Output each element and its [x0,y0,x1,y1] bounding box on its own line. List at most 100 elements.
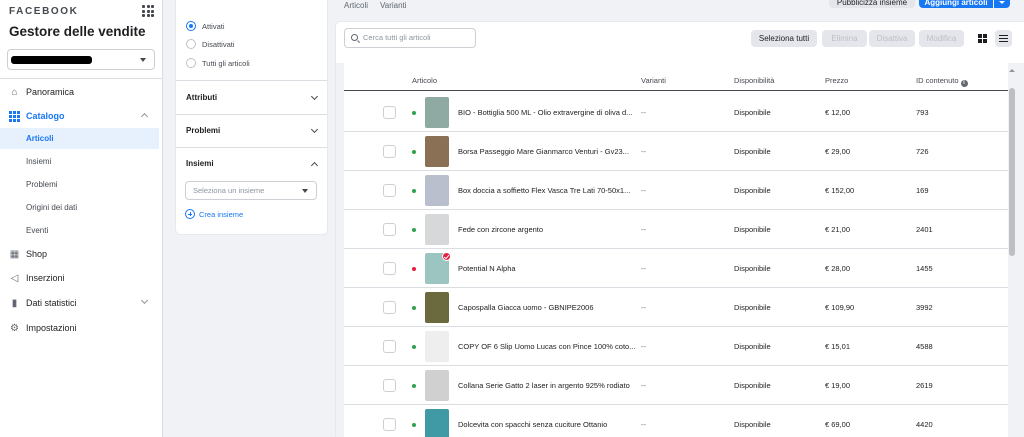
table-row[interactable]: Borsa Passeggio Mare Gianmarco Venturi -… [344,132,1008,171]
table-row[interactable]: Capospalla Giacca uomo - GBNIPE2006 -- Dis… [344,288,1008,327]
chevron-up-icon[interactable] [310,161,319,170]
row-checkbox[interactable] [383,379,396,392]
scrollbar[interactable] [1008,63,1016,437]
status-dot-icon [412,189,416,193]
status-dot-icon [412,306,416,310]
search-input[interactable]: Cerca tutti gli articoli [344,28,476,48]
product-name[interactable]: Capospalla Giacca uomo - GBNIPE2006 [458,303,636,312]
error-badge-icon [442,252,451,261]
product-price: € 21,00 [825,225,851,234]
scrollbar-thumb[interactable] [1009,88,1015,256]
set-select-dropdown[interactable]: Seleziona un insieme [185,181,317,200]
deactivate-button[interactable]: Disattiva [869,30,915,47]
product-name[interactable]: Borsa Passeggio Mare Gianmarco Venturi -… [458,147,636,156]
product-thumbnail[interactable] [425,97,449,128]
column-header-availability: Disponibilità [734,76,775,85]
sidebar-subitem-data-sources[interactable]: Origini dei dati [0,197,159,218]
radio-button[interactable] [186,58,196,68]
row-checkbox[interactable] [383,301,396,314]
sidebar-item-ads[interactable]: ◁ Inserzioni [0,268,160,288]
edit-button[interactable]: Modifica [919,30,964,47]
filter-section-attributes[interactable]: Attributi [186,93,217,102]
product-thumbnail[interactable] [425,136,449,167]
table-row[interactable]: Box doccia a soffietto Flex Vasca Tre La… [344,171,1008,210]
product-name[interactable]: Dolcevita con spacchi senza cuciture Ott… [458,420,636,429]
product-name[interactable]: Fede con zircone argento [458,225,636,234]
radio-button[interactable] [186,39,196,49]
grid-view-button[interactable] [974,30,991,47]
info-icon[interactable]: i [960,80,968,87]
account-selector[interactable] [7,49,155,70]
product-price: € 19,00 [825,381,851,390]
table-row[interactable]: Collana Serie Gatto 2 laser in argento 9… [344,366,1008,405]
chevron-down-icon[interactable] [310,125,319,134]
filter-option-label: Attivati [202,21,225,31]
row-checkbox[interactable] [383,418,396,431]
product-content-id: 2401 [916,225,933,234]
product-thumbnail[interactable] [425,214,449,245]
table-row[interactable]: Potential N Alpha -- Disponibile € 28,00 145… [344,249,1008,288]
scroll-up-arrow-icon[interactable] [1009,69,1015,72]
filter-section-sets[interactable]: Insiemi [186,159,214,168]
sidebar-subitem-sets[interactable]: Insiemi [0,151,159,172]
table-row[interactable]: Dolcevita con spacchi senza cuciture Ott… [344,405,1008,437]
product-name[interactable]: Potential N Alpha [458,264,636,273]
sidebar-subitem-events[interactable]: Eventi [0,220,159,241]
sidebar-item-label: Inserzioni [26,273,65,283]
product-name[interactable]: Box doccia a soffietto Flex Vasca Tre La… [458,186,636,195]
product-thumbnail[interactable] [425,409,449,437]
chevron-up-icon [140,112,149,121]
column-header-price: Prezzo [825,76,849,85]
filter-option-all[interactable]: Tutti gli articoli [186,57,250,69]
filter-section-issues[interactable]: Problemi [186,126,220,135]
product-price: € 12,00 [825,108,851,117]
app-grid-icon[interactable] [142,5,154,17]
list-view-button[interactable] [995,30,1012,47]
product-content-id: 726 [916,147,929,156]
tab-items[interactable]: Articoli [344,1,368,10]
sidebar-item-settings[interactable]: ⚙ Impostazioni [0,318,160,338]
sidebar-item-overview[interactable]: ⌂ Panoramica [0,82,160,102]
catalog-items-panel: Cerca tutti gli articoli Seleziona tutti… [336,22,1024,437]
product-thumbnail[interactable] [425,292,449,323]
create-set-link[interactable]: Crea insieme [185,209,243,219]
row-checkbox[interactable] [383,340,396,353]
sidebar-item-shop[interactable]: ▦ Shop [0,244,160,264]
filter-option-inactive[interactable]: Disattivati [186,38,235,50]
publish-set-button[interactable]: Pubblicizza insieme [829,0,915,8]
table-row[interactable]: BIO - Bottiglia 500 ML - Olio extravergi… [344,93,1008,132]
product-name[interactable]: Collana Serie Gatto 2 laser in argento 9… [458,381,636,390]
radio-button[interactable] [186,21,196,31]
add-items-dropdown-button[interactable] [994,0,1010,8]
sidebar-item-insights[interactable]: ▮ Dati statistici [0,293,160,313]
gear-icon: ⚙ [10,322,19,334]
sidebar-subitem-items[interactable]: Articoli [0,128,159,149]
product-name[interactable]: COPY OF 6 Slip Uomo Lucas con Pince 100%… [458,342,636,351]
add-items-button[interactable]: Aggiungi articoli [919,0,993,8]
row-checkbox[interactable] [383,145,396,158]
product-content-id: 2619 [916,381,933,390]
chevron-down-icon[interactable] [310,92,319,101]
tab-variants[interactable]: Varianti [380,1,407,10]
table-row[interactable]: Fede con zircone argento -- Disponibile € 2… [344,210,1008,249]
product-content-id: 793 [916,108,929,117]
caret-down-icon [302,189,308,193]
product-availability: Disponibile [734,381,771,390]
select-all-button[interactable]: Seleziona tutti [751,30,817,47]
chevron-down-icon [140,296,149,305]
delete-button[interactable]: Elimina [822,30,867,47]
product-thumbnail[interactable] [425,175,449,206]
product-thumbnail[interactable] [425,370,449,401]
row-checkbox[interactable] [383,106,396,119]
row-checkbox[interactable] [383,262,396,275]
row-checkbox[interactable] [383,223,396,236]
filter-option-active[interactable]: Attivati [186,20,225,32]
sidebar-subitem-issues[interactable]: Problemi [0,174,159,195]
row-checkbox[interactable] [383,184,396,197]
status-dot-icon [412,423,416,427]
product-variants: -- [641,342,646,351]
sidebar-item-catalog[interactable]: Catalogo [0,106,160,126]
table-row[interactable]: COPY OF 6 Slip Uomo Lucas con Pince 100%… [344,327,1008,366]
product-thumbnail[interactable] [425,331,449,362]
product-name[interactable]: BIO - Bottiglia 500 ML - Olio extravergi… [458,108,636,117]
